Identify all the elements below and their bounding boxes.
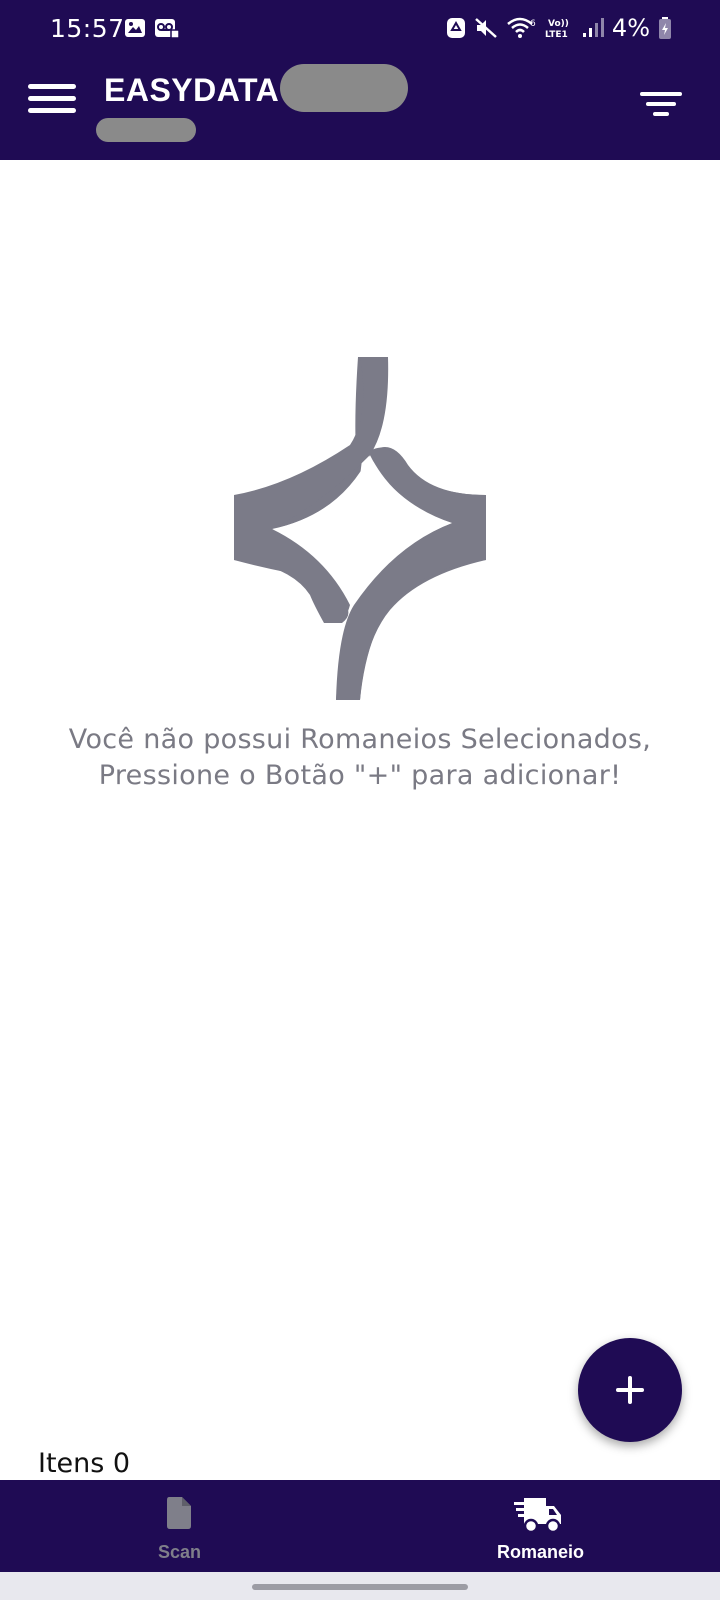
nav-item-scan[interactable]: Scan [0, 1480, 360, 1572]
nav-label-romaneio: Romaneio [497, 1542, 585, 1562]
bottom-navigation: Scan Romaneio [0, 1480, 720, 1572]
nav-label-scan: Scan [158, 1542, 202, 1562]
system-navigation-bar [0, 1572, 720, 1600]
empty-state-message: Você não possui Romaneios Selecionados, … [68, 724, 652, 791]
add-romaneio-button[interactable] [578, 1338, 682, 1442]
svg-text:6: 6 [530, 19, 536, 29]
home-indicator[interactable] [252, 1584, 468, 1590]
voicemail-icon [155, 19, 180, 38]
signal-icon [582, 18, 604, 37]
document-icon [167, 1497, 191, 1529]
items-count: Itens 0 [38, 1448, 131, 1479]
filter-icon[interactable] [636, 88, 684, 122]
battery-icon [659, 17, 671, 39]
status-right-icons: 6 Vo)) LTE1 4% [446, 14, 672, 42]
hamburger-menu-icon[interactable] [28, 80, 78, 120]
redacted-title-suffix [280, 64, 408, 112]
app-header: 15:57 6 Vo)) LTE1 4% EASYDATA [0, 0, 720, 160]
gallery-icon [125, 19, 145, 37]
truck-icon [514, 1498, 561, 1534]
wifi-icon: 6 [507, 17, 536, 38]
status-bar: 15:57 6 Vo)) LTE1 4% [0, 0, 720, 60]
nav-item-romaneio[interactable]: Romaneio [360, 1480, 720, 1572]
mute-icon [475, 18, 497, 38]
status-time: 15:57 [50, 14, 125, 43]
svg-text:Vo)): Vo)) [548, 19, 569, 29]
status-left-icons [124, 18, 180, 38]
volte-icon: Vo)) LTE1 [545, 19, 569, 40]
recycle-icon [446, 18, 465, 38]
svg-text:LTE1: LTE1 [545, 30, 568, 40]
redacted-subtitle [96, 118, 196, 142]
easydata-logo-icon [234, 357, 486, 700]
battery-percentage: 4% [611, 14, 650, 42]
app-title: EASYDATA [104, 72, 280, 108]
